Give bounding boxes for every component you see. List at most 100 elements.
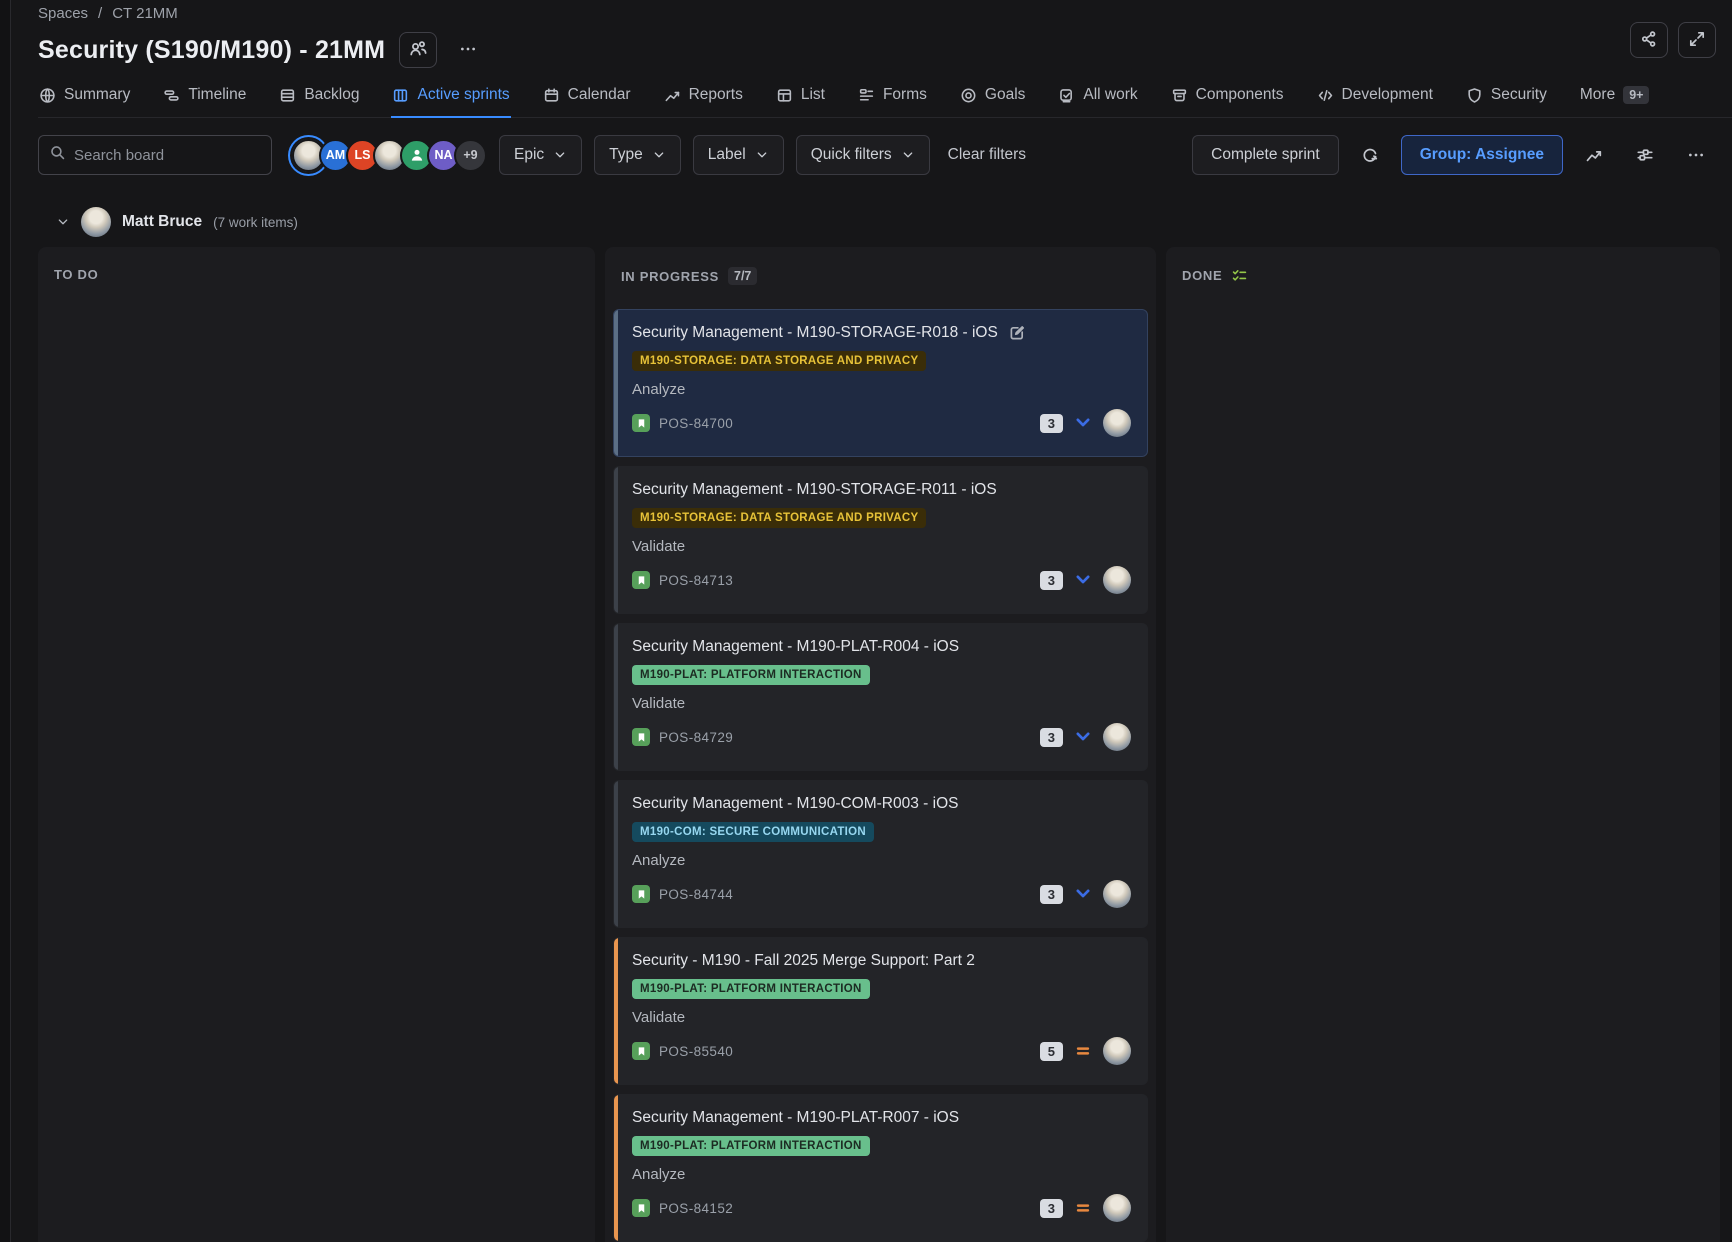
backlog-rows-icon: [279, 87, 296, 104]
board-more-button[interactable]: [1676, 135, 1716, 175]
tab-active-sprints[interactable]: Active sprints: [391, 84, 510, 118]
share-button[interactable]: [1630, 22, 1668, 58]
archive-box-icon: [1171, 87, 1188, 104]
card-label-chip: M190-STORAGE: DATA STORAGE AND PRIVACY: [632, 351, 926, 371]
work-item-card[interactable]: Security Management - M190-PLAT-R004 - i…: [613, 623, 1148, 771]
work-item-card[interactable]: Security Management - M190-COM-R003 - iO…: [613, 780, 1148, 928]
story-points-badge: 3: [1040, 885, 1063, 904]
work-item-card[interactable]: Security Management - M190-STORAGE-R018 …: [613, 309, 1148, 457]
filter-dropdown-epic[interactable]: Epic: [499, 135, 582, 175]
tab-summary[interactable]: Summary: [38, 84, 131, 118]
code-icon: [1317, 87, 1334, 104]
view-tabs: Summary Timeline Backlog Active sprints Cale…: [38, 84, 1732, 118]
work-item-card[interactable]: Security Management - M190-STORAGE-R011 …: [613, 466, 1148, 614]
filter-dropdown-quick-filters[interactable]: Quick filters: [796, 135, 930, 175]
tab-reports[interactable]: Reports: [663, 84, 744, 118]
complete-sprint-button[interactable]: Complete sprint: [1192, 135, 1339, 175]
breadcrumb-separator: /: [98, 5, 102, 22]
story-bookmark-icon: [632, 414, 650, 432]
filter-dropdown-type[interactable]: Type: [594, 135, 681, 175]
chevron-down-icon: [652, 148, 666, 162]
globe-icon: [39, 87, 56, 104]
form-lines-icon: [858, 87, 875, 104]
card-key: POS-84700: [659, 416, 733, 431]
tab-timeline[interactable]: Timeline: [162, 84, 247, 118]
dropdown-label: Quick filters: [811, 146, 892, 164]
card-key: POS-85540: [659, 1044, 733, 1059]
chevron-down-icon[interactable]: [56, 215, 70, 229]
column-in-progress-count: 7/7: [728, 267, 757, 285]
priority-equals-icon: [1074, 1199, 1092, 1217]
card-status: Analyze: [632, 852, 1131, 869]
tab-list[interactable]: List: [775, 84, 826, 118]
share-nodes-icon: [1640, 30, 1658, 51]
story-points-badge: 5: [1040, 1042, 1063, 1061]
work-item-card[interactable]: Security - M190 - Fall 2025 Merge Suppor…: [613, 937, 1148, 1085]
assignee-avatar[interactable]: [1103, 566, 1131, 594]
tab-forms[interactable]: Forms: [857, 84, 928, 118]
view-settings-button[interactable]: [1625, 135, 1665, 175]
story-bookmark-icon: [632, 885, 650, 903]
tab-all-work[interactable]: All work: [1057, 84, 1138, 118]
assignee-avatar[interactable]: [1103, 723, 1131, 751]
edit-pencil-icon[interactable]: [1008, 324, 1026, 342]
tab-label: Forms: [883, 86, 927, 104]
board-members-button[interactable]: [399, 32, 437, 68]
board-columns-icon: [392, 87, 409, 104]
breadcrumb-spaces[interactable]: Spaces: [38, 5, 88, 22]
column-done: DONE: [1166, 247, 1720, 1242]
tab-components[interactable]: Components: [1170, 84, 1285, 118]
card-title: Security - M190 - Fall 2025 Merge Suppor…: [632, 952, 975, 970]
card-accent-bar: [614, 1095, 618, 1241]
assignee-avatar[interactable]: [1103, 1037, 1131, 1065]
tab-security[interactable]: Security: [1465, 84, 1548, 118]
story-bookmark-icon: [632, 1042, 650, 1060]
card-status: Validate: [632, 1009, 1131, 1026]
filter-dropdown-label[interactable]: Label: [693, 135, 784, 175]
tab-calendar[interactable]: Calendar: [542, 84, 632, 118]
tab-label: Security: [1491, 86, 1547, 104]
assignee-avatar[interactable]: [1103, 1194, 1131, 1222]
check-square-icon: [1058, 87, 1075, 104]
sprint-actions-button[interactable]: [1350, 135, 1390, 175]
card-accent-bar: [614, 624, 618, 770]
line-chart-icon: [664, 87, 681, 104]
column-done-title: DONE: [1182, 268, 1222, 283]
tab-goals[interactable]: Goals: [959, 84, 1027, 118]
tab-development[interactable]: Development: [1316, 84, 1434, 118]
work-item-card[interactable]: Security Management - M190-PLAT-R007 - i…: [613, 1094, 1148, 1242]
clear-filters-button[interactable]: Clear filters: [942, 146, 1032, 164]
breadcrumb-project[interactable]: CT 21MM: [112, 5, 178, 22]
card-title: Security Management - M190-COM-R003 - iO…: [632, 795, 958, 813]
story-bookmark-icon: [632, 1199, 650, 1217]
fullscreen-button[interactable]: [1678, 22, 1716, 58]
tab-label: Timeline: [188, 86, 246, 104]
search-board-box[interactable]: [38, 135, 272, 175]
tab-backlog[interactable]: Backlog: [278, 84, 360, 118]
assignee-avatar[interactable]: [1103, 409, 1131, 437]
assignee-avatar[interactable]: [1103, 880, 1131, 908]
tab-label: Active sprints: [417, 86, 509, 104]
group-by-assignee-button[interactable]: Group: Assignee: [1401, 135, 1563, 175]
tab-label: List: [801, 86, 825, 104]
card-label-chip: M190-STORAGE: DATA STORAGE AND PRIVACY: [632, 508, 926, 528]
search-input[interactable]: [74, 147, 261, 164]
swimlane-group-header[interactable]: Matt Bruce (7 work items): [38, 207, 1732, 237]
card-label-chip: M190-PLAT: PLATFORM INTERACTION: [632, 979, 870, 999]
collapsed-sidebar-rail[interactable]: [0, 0, 11, 1242]
priority-chevron-icon: [1074, 885, 1092, 903]
expand-arrows-icon: [1688, 30, 1706, 51]
card-key: POS-84744: [659, 887, 733, 902]
line-chart-arrow-icon: [1585, 146, 1603, 164]
sprint-loop-icon: [1361, 146, 1379, 164]
insights-button[interactable]: [1574, 135, 1614, 175]
priority-chevron-icon: [1074, 571, 1092, 589]
tab-label: More: [1580, 86, 1615, 104]
story-points-badge: 3: [1040, 1199, 1063, 1218]
tab-more[interactable]: More9+: [1579, 84, 1651, 118]
title-more-button[interactable]: [451, 33, 485, 67]
card-status: Analyze: [632, 381, 1131, 398]
story-points-badge: 3: [1040, 728, 1063, 747]
avatar-overflow-count[interactable]: +9: [454, 139, 487, 172]
board-actions: Complete sprint Group: Assignee: [1192, 135, 1716, 175]
